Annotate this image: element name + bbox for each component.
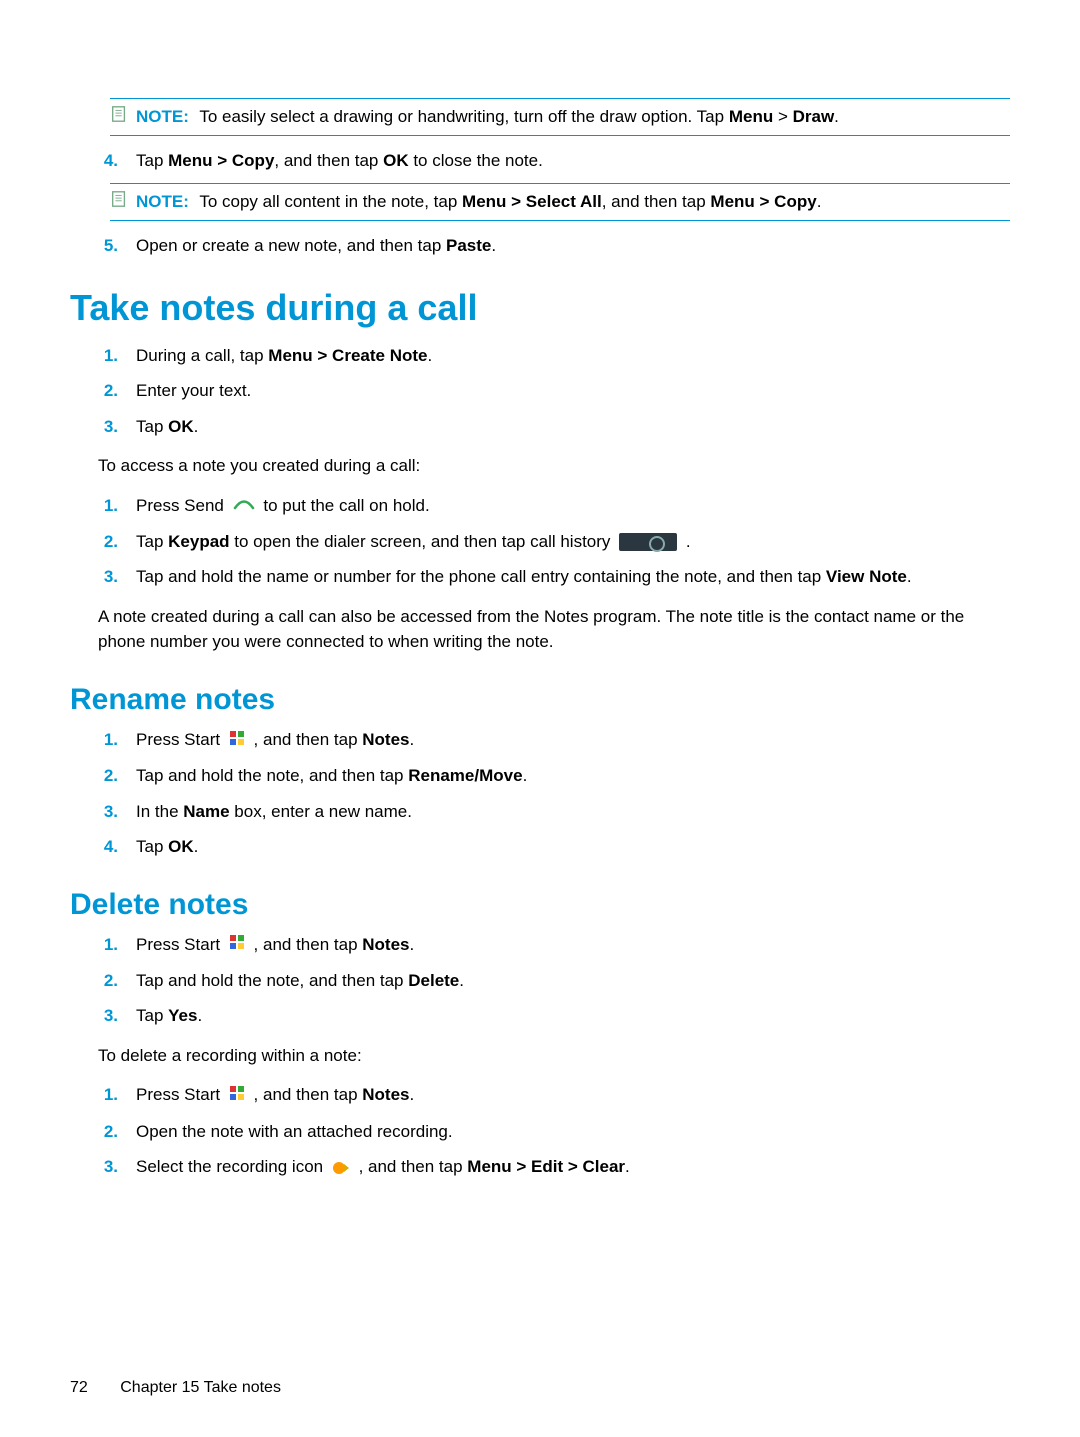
list-item: 4. Tap Menu > Copy, and then tap OK to c… xyxy=(98,148,1010,174)
step-text: Select the recording icon , and then tap… xyxy=(136,1154,1010,1180)
note-callout-2: NOTE: To copy all content in the note, t… xyxy=(110,183,1010,221)
step-text: Tap and hold the note, and then tap Rena… xyxy=(136,763,1010,789)
step-text: In the Name box, enter a new name. xyxy=(136,799,1010,825)
step-number: 1. xyxy=(98,493,118,519)
heading-rename-notes: Rename notes xyxy=(70,683,1010,717)
step-number: 4. xyxy=(98,834,118,860)
step-text: Press Start , and then tap Notes. xyxy=(136,932,1010,958)
list-item: 1. During a call, tap Menu > Create Note… xyxy=(98,343,1010,369)
note-label: NOTE: xyxy=(136,107,195,126)
paragraph: To access a note you created during a ca… xyxy=(98,453,1010,479)
step-number: 3. xyxy=(98,414,118,440)
step-text: Tap Keypad to open the dialer screen, an… xyxy=(136,529,1010,555)
heading-take-notes-call: Take notes during a call xyxy=(70,287,1010,329)
note-label: NOTE: xyxy=(136,192,195,211)
step-number: 3. xyxy=(98,1003,118,1029)
note-text: NOTE: To easily select a drawing or hand… xyxy=(136,105,839,129)
list-item: 3. In the Name box, enter a new name. xyxy=(98,799,1010,825)
step-number: 2. xyxy=(98,378,118,404)
start-icon xyxy=(229,1083,245,1109)
step-text: Tap and hold the note, and then tap Dele… xyxy=(136,968,1010,994)
step-text: Tap OK. xyxy=(136,834,1010,860)
list-item: 3. Tap OK. xyxy=(98,414,1010,440)
start-icon xyxy=(229,728,245,754)
step-text: Press Start , and then tap Notes. xyxy=(136,1082,1010,1108)
list-item: 3. Tap Yes. xyxy=(98,1003,1010,1029)
heading-delete-notes: Delete notes xyxy=(70,888,1010,922)
start-icon xyxy=(229,932,245,958)
step-text: Enter your text. xyxy=(136,378,1010,404)
page-body: NOTE: To easily select a drawing or hand… xyxy=(0,0,1080,1230)
note-icon xyxy=(110,105,128,123)
step-text: Press Start , and then tap Notes. xyxy=(136,727,1010,753)
step-number: 4. xyxy=(98,148,118,174)
paragraph: A note created during a call can also be… xyxy=(98,604,1010,655)
page-footer: 72 Chapter 15 Take notes xyxy=(70,1379,281,1397)
step-number: 1. xyxy=(98,727,118,753)
list-item: 1. Press Send to put the call on hold. xyxy=(98,493,1010,519)
step-text: Press Send to put the call on hold. xyxy=(136,493,1010,519)
call-history-icon xyxy=(619,533,677,551)
step-number: 2. xyxy=(98,968,118,994)
step-text: Tap Menu > Copy, and then tap OK to clos… xyxy=(136,148,1010,174)
step-number: 5. xyxy=(98,233,118,259)
list-item: 2. Enter your text. xyxy=(98,378,1010,404)
note-text: NOTE: To copy all content in the note, t… xyxy=(136,190,821,214)
list-item: 2. Open the note with an attached record… xyxy=(98,1119,1010,1145)
step-number: 1. xyxy=(98,343,118,369)
recording-icon xyxy=(332,1159,350,1177)
page-number: 72 xyxy=(70,1379,88,1396)
step-text: During a call, tap Menu > Create Note. xyxy=(136,343,1010,369)
send-icon xyxy=(233,493,255,519)
list-item: 2. Tap and hold the note, and then tap D… xyxy=(98,968,1010,994)
step-text: Open the note with an attached recording… xyxy=(136,1119,1010,1145)
list-item: 5. Open or create a new note, and then t… xyxy=(98,233,1010,259)
step-text: Open or create a new note, and then tap … xyxy=(136,233,1010,259)
step-number: 2. xyxy=(98,1119,118,1145)
list-item: 2. Tap Keypad to open the dialer screen,… xyxy=(98,529,1010,555)
list-item: 3. Tap and hold the name or number for t… xyxy=(98,564,1010,590)
list-item: 3. Select the recording icon , and then … xyxy=(98,1154,1010,1180)
step-text: Tap Yes. xyxy=(136,1003,1010,1029)
paragraph: To delete a recording within a note: xyxy=(98,1043,1010,1069)
list-item: 1. Press Start , and then tap Notes. xyxy=(98,1082,1010,1108)
step-text: Tap OK. xyxy=(136,414,1010,440)
note-callout-1: NOTE: To easily select a drawing or hand… xyxy=(110,98,1010,136)
list-item: 1. Press Start , and then tap Notes. xyxy=(98,932,1010,958)
list-item: 1. Press Start , and then tap Notes. xyxy=(98,727,1010,753)
step-number: 2. xyxy=(98,529,118,555)
step-number: 1. xyxy=(98,1082,118,1108)
step-text: Tap and hold the name or number for the … xyxy=(136,564,1010,590)
step-number: 3. xyxy=(98,799,118,825)
chapter-label: Chapter 15 Take notes xyxy=(120,1379,281,1396)
step-number: 3. xyxy=(98,564,118,590)
list-item: 2. Tap and hold the note, and then tap R… xyxy=(98,763,1010,789)
step-number: 1. xyxy=(98,932,118,958)
list-item: 4. Tap OK. xyxy=(98,834,1010,860)
step-number: 3. xyxy=(98,1154,118,1180)
step-number: 2. xyxy=(98,763,118,789)
note-icon xyxy=(110,190,128,208)
